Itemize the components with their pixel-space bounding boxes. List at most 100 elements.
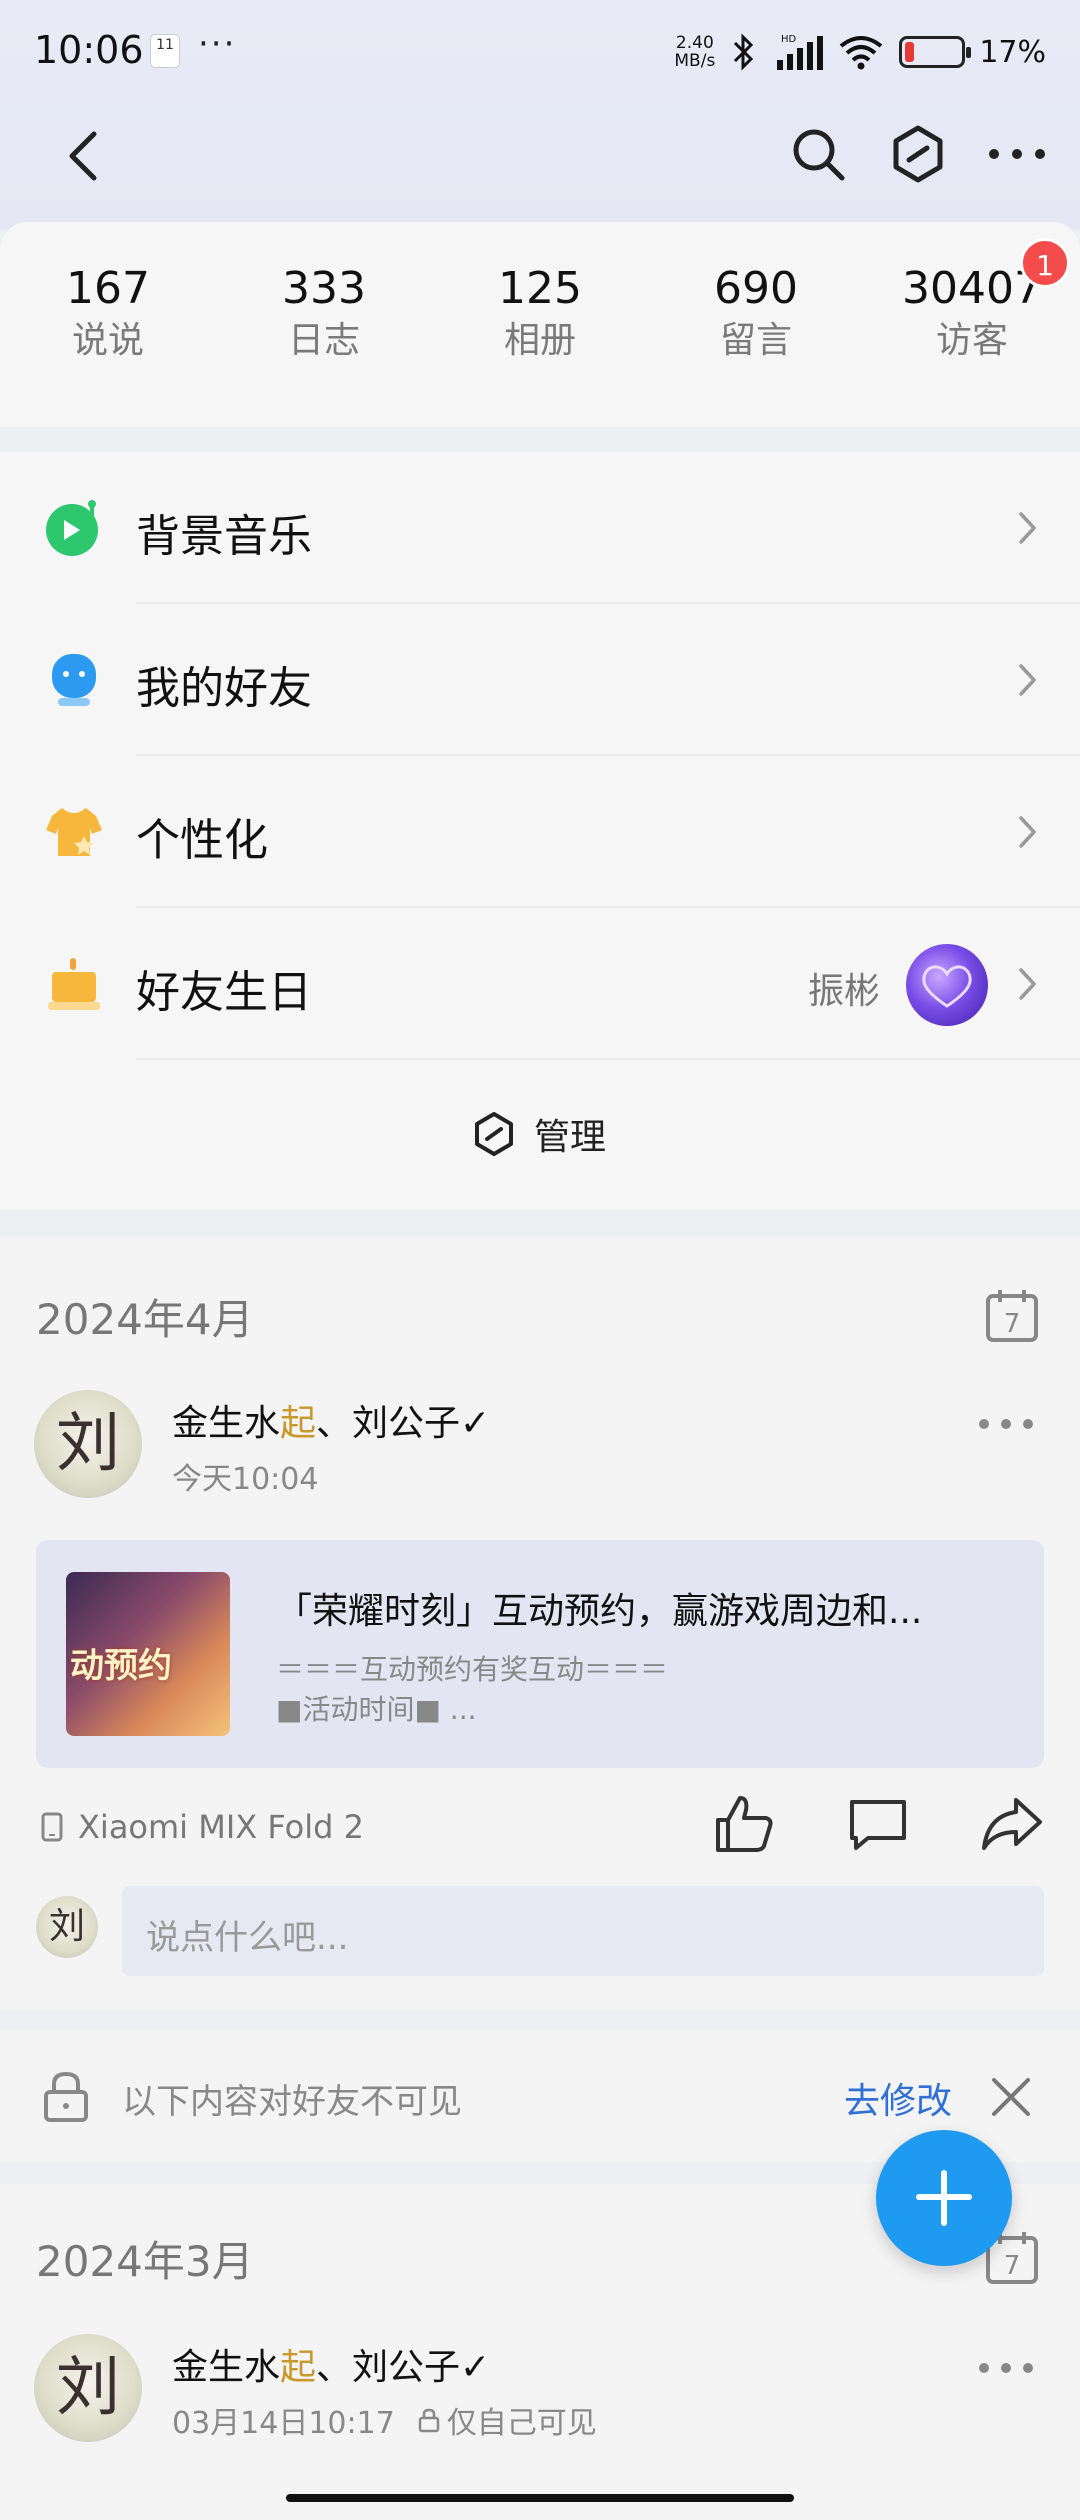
battery-fill	[905, 42, 915, 62]
close-icon[interactable]	[988, 2074, 1034, 2120]
stat-count: 333	[282, 263, 366, 314]
share-icon[interactable]	[980, 1792, 1044, 1856]
post-visibility: 仅自己可见	[417, 2398, 597, 2442]
plus-icon-stroke	[941, 2170, 947, 2226]
status-bar: 10:06 11 ··· 2.40 MB/s HD 17%	[0, 0, 1080, 100]
new-post-button[interactable]	[876, 2130, 1012, 2266]
menu-item-background-music[interactable]: 背景音乐	[0, 452, 1080, 604]
stat-shuoshuo[interactable]: 167 说说	[8, 262, 208, 366]
stat-label: 访客	[935, 320, 1008, 361]
month-header: 2024年4月	[36, 1295, 254, 1344]
chevron-right-icon	[1019, 512, 1036, 544]
friend-icon	[52, 654, 96, 706]
menu-item-label: 个性化	[136, 815, 268, 866]
author-name-part: 金生水	[172, 2347, 281, 2388]
menu-item-label: 背景音乐	[136, 511, 312, 562]
stat-label: 说说	[71, 320, 144, 361]
privacy-edit-link[interactable]: 去修改	[844, 2072, 952, 2124]
avatar-glyph: 刘	[56, 1407, 120, 1481]
more-notifications-icon: ···	[198, 24, 237, 64]
network-speed: 2.40 MB/s	[674, 33, 716, 71]
post-device: Xiaomi MIX Fold 2	[40, 1808, 364, 1846]
back-arrow-icon[interactable]	[60, 124, 110, 188]
stat-album[interactable]: 125 相册	[440, 262, 640, 366]
status-time: 10:06	[34, 28, 144, 72]
like-icon[interactable]	[712, 1792, 776, 1856]
birthday-friend-avatar	[906, 944, 988, 1026]
author-name-highlight: 起	[280, 1403, 317, 1444]
nav-bar	[0, 100, 1080, 210]
author-name-part: 、刘公子✓	[316, 2347, 491, 2388]
comment-input[interactable]: 说点什么吧...	[122, 1886, 1044, 1976]
menu-item-my-friends[interactable]: 我的好友	[0, 604, 1080, 756]
post-meta: 03月14日10:17 仅自己可见	[172, 2398, 597, 2442]
post-more-icon[interactable]	[976, 1414, 1036, 1434]
music-icon	[46, 500, 98, 556]
home-indicator[interactable]	[286, 2494, 794, 2502]
menu-item-label: 我的好友	[136, 663, 312, 714]
svg-text:HD: HD	[781, 34, 797, 45]
post-author[interactable]: 金生水起、刘公子✓	[172, 2338, 490, 2390]
more-options-icon[interactable]	[982, 122, 1052, 186]
shared-link-summary: ■活动时间■ ...	[276, 1693, 477, 1726]
calendar-notification-icon: 11	[150, 34, 180, 68]
my-avatar: 刘	[36, 1896, 98, 1958]
manage-button-content: 管理	[472, 1108, 606, 1160]
search-icon[interactable]	[788, 122, 848, 186]
stat-count: 690	[714, 263, 798, 314]
chevron-right-icon	[1019, 664, 1036, 696]
visibility-text: 仅自己可见	[446, 2406, 597, 2441]
menu-item-personalization[interactable]: 个性化	[0, 756, 1080, 908]
stat-label: 留言	[719, 320, 792, 361]
stat-count: 125	[498, 263, 582, 314]
author-avatar[interactable]: 刘	[34, 1390, 142, 1498]
birthday-friend-name: 振彬	[807, 971, 880, 1012]
avatar-glyph: 刘	[48, 1906, 85, 1947]
status-right: 2.40 MB/s HD 17%	[674, 30, 1046, 74]
post-author[interactable]: 金生水起、刘公子✓	[172, 1394, 490, 1446]
manage-hexagon-icon	[475, 1112, 513, 1156]
stat-label: 相册	[503, 320, 576, 361]
post-more-icon[interactable]	[976, 2358, 1036, 2378]
chevron-right-icon	[1019, 968, 1036, 1000]
wifi-icon	[840, 36, 883, 70]
small-lock-icon	[418, 2408, 440, 2433]
shared-link-card[interactable]: 动预约 「荣耀时刻」互动预约，赢游戏周边和... ＝＝＝互动预约有奖互动＝＝＝ …	[36, 1540, 1044, 1768]
thumbnail-text: 动预约	[70, 1646, 172, 1686]
stat-label: 日志	[287, 320, 360, 361]
privacy-text: 以下内容对好友不可见	[122, 2082, 462, 2122]
author-avatar[interactable]: 刘	[34, 2334, 142, 2442]
post-time: 03月14日10:17	[172, 2406, 395, 2441]
author-name-highlight: 起	[280, 2347, 317, 2388]
stat-messages[interactable]: 690 留言	[656, 262, 856, 366]
battery-percent: 17%	[979, 34, 1046, 70]
comment-icon[interactable]	[846, 1792, 910, 1856]
top-area: 10:06 11 ··· 2.40 MB/s HD 17%	[0, 0, 1080, 230]
manage-hexagon-icon[interactable]	[888, 122, 948, 186]
bluetooth-icon	[734, 33, 754, 71]
cake-icon	[48, 958, 100, 1010]
comment-placeholder: 说点什么吧...	[146, 1918, 349, 1958]
stat-count: 167	[66, 263, 150, 314]
battery-icon	[899, 36, 972, 68]
post-time: 今天10:04	[172, 1462, 319, 1497]
shared-link-title: 「荣耀时刻」互动预约，赢游戏周边和...	[276, 1591, 923, 1632]
lock-icon	[44, 2071, 88, 2122]
chevron-right-icon	[1019, 816, 1036, 848]
feed-section-april: 2024年4月 7 刘 金生水起、刘公子✓ 今天10:04 动预约 「荣耀时刻」…	[0, 1236, 1080, 2010]
calendar-icon[interactable]: 7	[984, 1288, 1040, 1344]
shirt-icon	[46, 808, 102, 856]
manage-button[interactable]: 管理	[0, 1060, 1080, 1210]
shared-link-summary: ＝＝＝互动预约有奖互动＝＝＝	[276, 1653, 669, 1686]
author-name-part: 、刘公子✓	[316, 1403, 491, 1444]
manage-label: 管理	[534, 1117, 607, 1158]
menu-item-friend-birthday[interactable]: 好友生日 振彬	[0, 908, 1080, 1060]
phone-icon	[41, 1812, 63, 1842]
stats-card: 167 说说 333 日志 125 相册 690 留言 30407 访客	[0, 222, 1080, 427]
stat-blog[interactable]: 333 日志	[224, 262, 424, 366]
device-name: Xiaomi MIX Fold 2	[78, 1808, 364, 1846]
calendar-icon-day: 7	[1004, 1309, 1021, 1339]
shared-link-thumbnail: 动预约	[66, 1572, 230, 1736]
month-header: 2024年3月	[36, 2237, 254, 2286]
signal-icon: HD	[777, 34, 824, 70]
